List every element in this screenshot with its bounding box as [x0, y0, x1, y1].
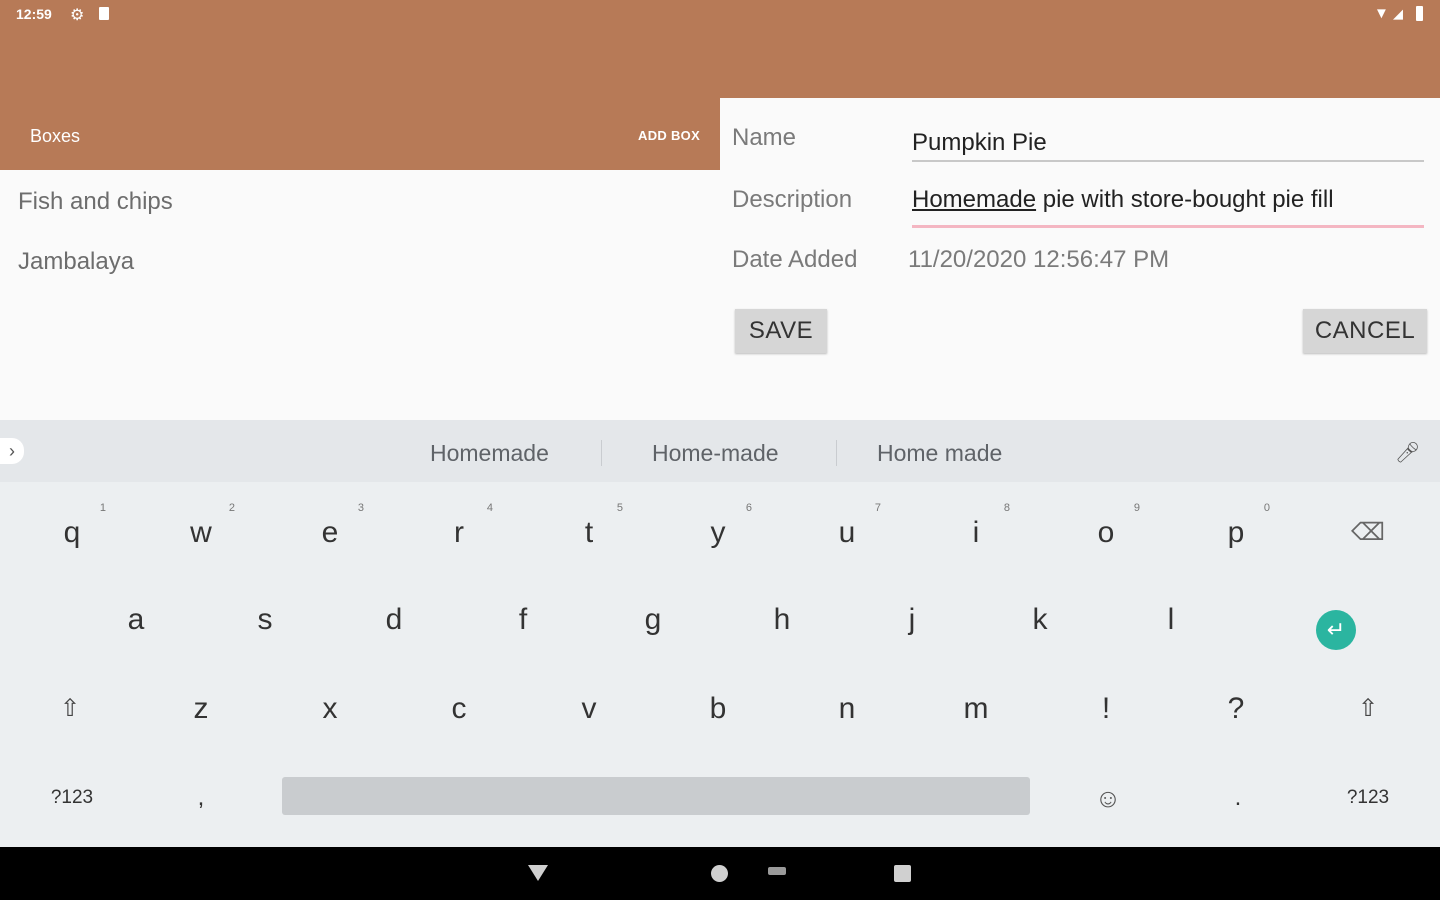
key-o[interactable]: o9	[1066, 498, 1146, 568]
key-m[interactable]: m	[936, 674, 1016, 744]
key-period[interactable]: .	[1198, 763, 1278, 833]
wifi-icon: ▼	[1374, 5, 1389, 22]
key-v[interactable]: v	[549, 674, 629, 744]
suggestion-item[interactable]: Home-made	[652, 440, 779, 467]
key-x[interactable]: x	[290, 674, 370, 744]
list-item[interactable]: Jambalaya	[18, 248, 134, 276]
home-icon[interactable]	[711, 865, 728, 882]
description-field[interactable]: Homemade pie with store-bought pie fill	[912, 186, 1424, 228]
description-label: Description	[732, 186, 853, 213]
system-nav-bar	[0, 847, 1440, 900]
key-n[interactable]: n	[807, 674, 887, 744]
key-h[interactable]: h	[742, 585, 822, 655]
chevron-right-icon[interactable]: ›	[0, 438, 24, 464]
key-d[interactable]: d	[354, 585, 434, 655]
key-b[interactable]: b	[678, 674, 758, 744]
key-z[interactable]: z	[161, 674, 241, 744]
soft-keyboard: › Homemade Home-made Home made 🎤︎ q1 w2 …	[0, 420, 1440, 847]
signal-icon: ◢	[1393, 6, 1403, 21]
backspace-icon[interactable]: ⌫	[1328, 498, 1408, 568]
suggestion-divider	[836, 440, 837, 466]
symbols-key[interactable]: ?123	[1328, 763, 1408, 833]
symbols-key[interactable]: ?123	[32, 763, 112, 833]
battery-icon	[1416, 6, 1423, 21]
key-l[interactable]: l	[1131, 585, 1211, 655]
app-bar-title: Boxes	[30, 126, 81, 146]
date-added-value: 11/20/2020 12:56:47 PM	[908, 246, 1170, 273]
suggestion-item[interactable]: Homemade	[430, 440, 549, 467]
app-screen: 12:59 ⚙ ▼ ◢ Boxes ADD BOX Fish and chips…	[0, 0, 1440, 900]
key-s[interactable]: s	[225, 585, 305, 655]
cancel-button[interactable]: CANCEL	[1303, 309, 1427, 353]
save-button[interactable]: SAVE	[735, 309, 827, 353]
key-t[interactable]: t5	[549, 498, 629, 568]
microphone-icon[interactable]: 🎤︎	[1395, 440, 1420, 465]
description-text: pie with store-bought pie fill	[1036, 186, 1334, 213]
key-p[interactable]: p0	[1196, 498, 1276, 568]
key-w[interactable]: w2	[161, 498, 241, 568]
back-icon[interactable]	[528, 865, 548, 881]
key-y[interactable]: y6	[678, 498, 758, 568]
shift-icon[interactable]: ⇧	[1328, 674, 1408, 744]
shift-icon[interactable]: ⇧	[30, 674, 110, 744]
key-r[interactable]: r4	[419, 498, 499, 568]
key-k[interactable]: k	[1000, 585, 1080, 655]
key-j[interactable]: j	[872, 585, 952, 655]
add-box-button[interactable]: ADD BOX	[638, 128, 700, 143]
keyboard-switch-icon[interactable]	[768, 867, 786, 875]
emoji-icon[interactable]: ☺	[1068, 763, 1148, 833]
key-comma[interactable]: ,	[161, 763, 241, 833]
key-g[interactable]: g	[613, 585, 693, 655]
key-i[interactable]: i8	[936, 498, 1016, 568]
settings-icon: ⚙	[70, 7, 85, 24]
key-e[interactable]: e3	[290, 498, 370, 568]
description-underlined-word: Homemade	[912, 186, 1037, 213]
status-time: 12:59	[16, 6, 52, 22]
name-label: Name	[732, 124, 797, 151]
enter-icon[interactable]: ↵	[1316, 610, 1356, 650]
sd-card-icon	[99, 7, 109, 20]
suggestion-item[interactable]: Home made	[877, 440, 1002, 467]
key-c[interactable]: c	[419, 674, 499, 744]
name-field[interactable]	[912, 126, 1424, 162]
status-bar: 12:59 ⚙ ▼ ◢	[0, 0, 1440, 28]
space-bar[interactable]	[282, 777, 1030, 815]
key-f[interactable]: f	[483, 585, 563, 655]
key-q[interactable]: q1	[32, 498, 112, 568]
key-question[interactable]: ?	[1196, 674, 1276, 744]
key-exclamation[interactable]: !	[1066, 674, 1146, 744]
key-u[interactable]: u7	[807, 498, 887, 568]
date-added-label: Date Added	[732, 246, 858, 273]
recents-icon[interactable]	[894, 865, 911, 882]
suggestion-strip: › Homemade Home-made Home made 🎤︎	[0, 420, 1440, 482]
key-a[interactable]: a	[96, 585, 176, 655]
box-detail-panel: Name Description Homemade pie with store…	[720, 98, 1440, 420]
suggestion-divider	[601, 440, 602, 466]
list-item[interactable]: Fish and chips	[18, 188, 173, 216]
